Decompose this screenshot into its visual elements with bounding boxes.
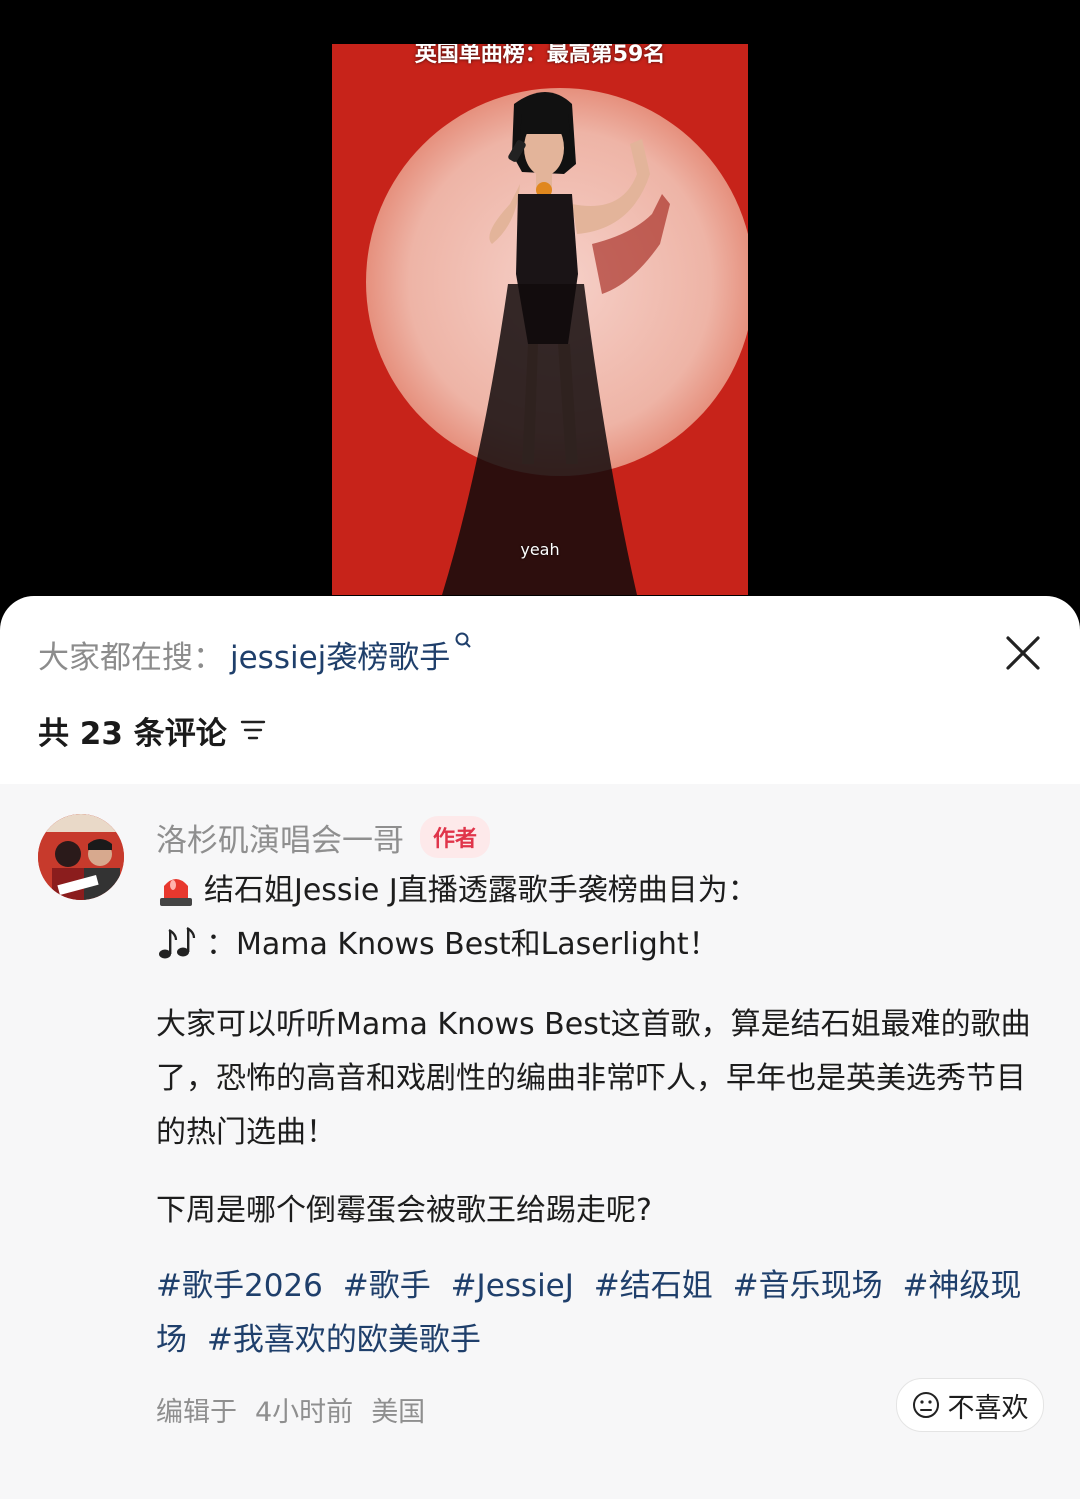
video-player[interactable]: 英国单曲榜：最高第59名 yeah <box>0 0 1080 620</box>
dislike-button[interactable]: 不喜欢 <box>896 1378 1044 1432</box>
comment-count-label: 共 23 条评论 <box>38 715 227 752</box>
comment-item: 洛杉矶演唱会一哥 作者 结石姐Jessie J直播透露歌手袭榜曲目为： ：Mam… <box>0 784 1080 1499</box>
comment-time: 4小时前 <box>255 1397 354 1428</box>
video-title: 英国单曲榜：最高第59名 <box>414 44 666 67</box>
search-suggestion[interactable]: 大家都在搜： jessiej袭榜歌手 <box>38 632 472 676</box>
hashtag-link[interactable]: #歌手 <box>343 1268 431 1304</box>
video-frame[interactable]: 英国单曲榜：最高第59名 yeah <box>332 44 748 595</box>
comment-paragraph-3: 下周是哪个倒霉蛋会被歌王给踢走呢? <box>156 1193 652 1228</box>
author-name[interactable]: 洛杉矶演唱会一哥 <box>156 815 404 860</box>
comment-paragraph-2: 大家可以听听Mama Knows Best这首歌，算是结石姐最难的歌曲了，恐怖的… <box>156 1007 1031 1150</box>
hashtag-link[interactable]: #歌手2026 <box>156 1268 323 1304</box>
avatar[interactable] <box>38 814 124 900</box>
search-term-link[interactable]: jessiej袭榜歌手 <box>230 632 450 677</box>
edited-label: 编辑于 <box>156 1397 237 1428</box>
hashtag-link[interactable]: #结石姐 <box>594 1268 713 1304</box>
siren-icon <box>160 879 192 906</box>
comment-location: 美国 <box>371 1397 426 1428</box>
hashtag-list: #歌手2026 #歌手 #JessieJ #结石姐 #音乐现场 #神级现场 #我… <box>156 1259 1036 1367</box>
sort-filter-icon[interactable] <box>239 717 267 743</box>
singer-figure <box>442 92 670 595</box>
comment-count-row[interactable]: 共 23 条评论 <box>38 709 267 752</box>
avatar-image <box>38 814 124 900</box>
hashtag-link[interactable]: #JessieJ <box>451 1268 574 1304</box>
dislike-label: 不喜欢 <box>947 1392 1029 1424</box>
search-icon <box>455 632 472 648</box>
comment-line-2: ：Mama Knows Best和Laserlight！ <box>156 918 1046 972</box>
music-notes-icon <box>159 927 196 959</box>
sad-face-icon <box>912 1392 939 1418</box>
author-row: 洛杉矶演唱会一哥 作者 <box>156 814 491 860</box>
comment-meta: 编辑于 4小时前 美国 <box>156 1390 425 1429</box>
comment-line-1-text: 结石姐Jessie J直播透露歌手袭榜曲目为： <box>204 873 758 908</box>
close-icon[interactable] <box>1002 632 1044 674</box>
search-prefix: 大家都在搜： <box>38 639 224 676</box>
comment-line-1: 结石姐Jessie J直播透露歌手袭榜曲目为： <box>156 864 1046 918</box>
author-badge: 作者 <box>420 816 491 858</box>
comment-line-2-text: ：Mama Knows Best和Laserlight！ <box>206 927 719 962</box>
comment-sheet: 大家都在搜： jessiej袭榜歌手 共 23 条评论 洛杉矶演唱会一哥 作者 … <box>0 596 1080 1499</box>
video-subtitle: yeah <box>520 540 560 559</box>
hashtag-link[interactable]: #音乐现场 <box>733 1268 883 1304</box>
hashtag-link[interactable]: #我喜欢的欧美歌手 <box>207 1322 481 1358</box>
